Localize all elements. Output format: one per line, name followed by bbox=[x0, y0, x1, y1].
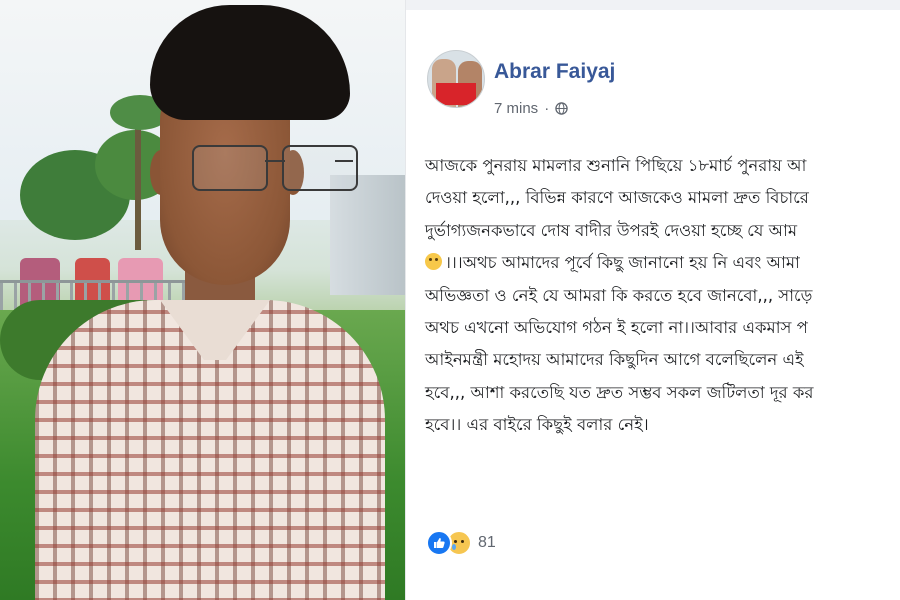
post-line: হবে।। এর বাইরে কিছুই বলার নেই। bbox=[425, 415, 649, 435]
post-body: আজকে পুনরায় মামলার শুনানি পিছিয়ে ১৮মার… bbox=[425, 150, 900, 442]
post-line: আইনমন্ত্রী মহোদয় আমাদের কিছুদিন আগে বলে… bbox=[425, 350, 804, 370]
post-line-text: ।।।অথচ আমাদের পূর্বে কিছু জানানো হয় নি … bbox=[445, 253, 800, 273]
photo-glasses-bridge bbox=[265, 160, 285, 162]
post-line: দেওয়া হলো,,, বিভিন্ন কারণে আজকেও মামলা … bbox=[425, 188, 809, 208]
post-line: অথচ এখনো অভিযোগ গঠন ই হলো না।।আবার একমাস… bbox=[425, 317, 808, 337]
photo-glasses-temple bbox=[335, 160, 353, 162]
post-line: ।।।অথচ আমাদের পূর্বে কিছু জানানো হয় নি … bbox=[425, 247, 900, 279]
tear-shape bbox=[452, 544, 456, 550]
post-line: আজকে পুনরায় মামলার শুনানি পিছিয়ে ১৮মার… bbox=[425, 156, 807, 175]
reaction-count[interactable]: 81 bbox=[478, 534, 496, 552]
profile-photo bbox=[0, 0, 405, 600]
globe-icon[interactable] bbox=[555, 102, 568, 115]
reactions-bar[interactable]: 81 bbox=[426, 530, 496, 556]
avatar-banner bbox=[436, 83, 476, 105]
meta-separator: · bbox=[544, 100, 550, 117]
photo-building bbox=[330, 175, 405, 295]
facebook-post: Abrar Faiyaj 7 mins · আজকে পুনরায় মামলা… bbox=[405, 0, 900, 600]
post-line: অভিজ্ঞতা ও নেই যে আমরা কি করতে হবে জানবো… bbox=[425, 285, 813, 305]
author-name-link[interactable]: Abrar Faiyaj bbox=[494, 60, 615, 84]
like-reaction-icon bbox=[426, 530, 452, 556]
photo-glasses-left bbox=[192, 145, 268, 191]
post-timestamp[interactable]: 7 mins bbox=[494, 100, 538, 117]
post-top-strip bbox=[406, 0, 900, 10]
post-line: হবে,,, আশা করতেছি যত দ্রুত সম্ভব সকল জটি… bbox=[425, 382, 814, 402]
photo-palm bbox=[135, 110, 141, 250]
smiley-emoji-icon bbox=[425, 253, 442, 271]
photo-glasses-right bbox=[282, 145, 358, 191]
post-line: দুর্ভাগ্যজনকভাবে দোষ বাদীর উপরই দেওয়া হ… bbox=[425, 220, 798, 240]
author-avatar[interactable] bbox=[427, 50, 485, 108]
post-meta: 7 mins · bbox=[494, 100, 568, 117]
